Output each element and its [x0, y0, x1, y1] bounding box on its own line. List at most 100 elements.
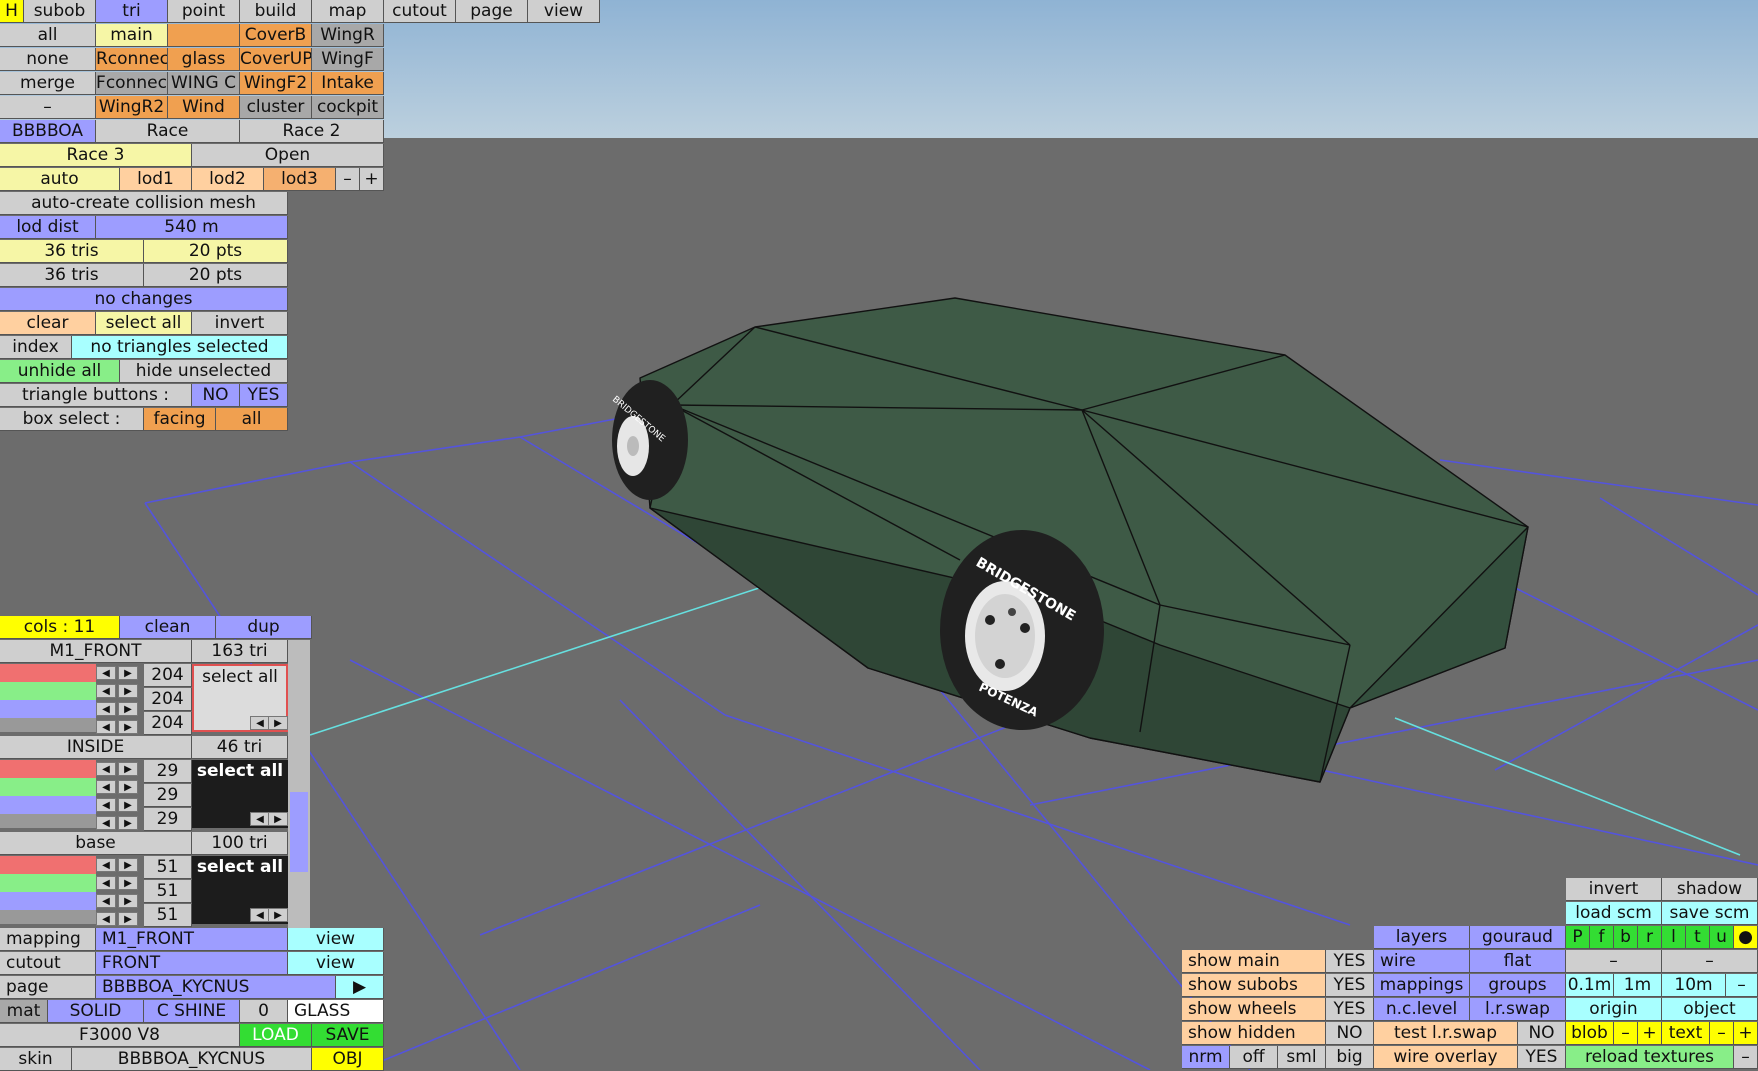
select-all-button[interactable]: select all [96, 312, 192, 335]
load-scm-button[interactable]: load scm [1566, 902, 1662, 925]
text-plus[interactable]: + [1734, 1022, 1758, 1045]
decrement-arrow[interactable]: ◀ [250, 716, 270, 730]
red-slider[interactable] [0, 760, 96, 778]
increment-arrow[interactable]: ▶ [118, 798, 138, 812]
clear-button[interactable]: clear [0, 312, 96, 335]
show-subobs-toggle[interactable]: YES [1326, 974, 1374, 997]
blob-plus[interactable]: + [1638, 1022, 1662, 1045]
decrement-arrow[interactable]: ◀ [96, 684, 116, 698]
blob-button[interactable]: blob [1566, 1022, 1614, 1045]
lod-plus-button[interactable]: + [360, 168, 384, 191]
shine-slider[interactable] [0, 814, 96, 828]
subob-wingf[interactable]: WingF [312, 48, 384, 71]
increment-arrow[interactable]: ▶ [118, 762, 138, 776]
variant-race[interactable]: Race [96, 120, 240, 143]
text-minus[interactable]: – [1710, 1022, 1734, 1045]
lod-dist-value[interactable]: 540 m [96, 216, 288, 239]
subob-unnamed[interactable] [168, 24, 240, 47]
mat-solid-button[interactable]: SOLID [48, 1000, 144, 1023]
subob-wingf2[interactable]: WingF2 [240, 72, 312, 95]
wire-overlay-button[interactable]: wire overlay [1374, 1046, 1518, 1069]
subob-rconnec[interactable]: Rconnec [96, 48, 168, 71]
clean-button[interactable]: clean [120, 616, 216, 639]
green-slider[interactable] [0, 682, 96, 700]
material-name[interactable]: base [0, 832, 192, 855]
menu-view[interactable]: view [528, 0, 600, 23]
view-sml[interactable]: sml [1278, 1046, 1326, 1069]
decrement-arrow[interactable]: ◀ [96, 780, 116, 794]
decrement-arrow[interactable]: ◀ [96, 702, 116, 716]
menu-cutout[interactable]: cutout [384, 0, 456, 23]
subob-intake[interactable]: Intake [312, 72, 384, 95]
blue-value[interactable]: 51 [144, 904, 192, 927]
flag-b[interactable]: b [1614, 926, 1638, 949]
blue-value[interactable]: 29 [144, 808, 192, 831]
scale-minus[interactable]: – [1726, 974, 1758, 997]
green-value[interactable]: 29 [144, 784, 192, 807]
lod-1[interactable]: lod1 [120, 168, 192, 191]
menu-point[interactable]: point [168, 0, 240, 23]
show-main-toggle[interactable]: YES [1326, 950, 1374, 973]
reload-textures-button[interactable]: reload textures [1566, 1046, 1734, 1069]
decrement-arrow[interactable]: ◀ [96, 912, 116, 926]
lod-auto[interactable]: auto [0, 168, 120, 191]
scale-10m[interactable]: 10m [1662, 974, 1726, 997]
lod-2[interactable]: lod2 [192, 168, 264, 191]
test-lr-swap-toggle[interactable]: NO [1518, 1022, 1566, 1045]
red-slider[interactable] [0, 856, 96, 874]
flag-u[interactable]: u [1710, 926, 1734, 949]
box-select-all[interactable]: all [216, 408, 288, 431]
groups-button[interactable]: groups [1470, 974, 1566, 997]
dash-button[interactable]: – [1566, 950, 1662, 973]
flag-r[interactable]: r [1638, 926, 1662, 949]
lod-minus-button[interactable]: – [336, 168, 360, 191]
subob-coverb[interactable]: CoverB [240, 24, 312, 47]
variant-bbbboa[interactable]: BBBBOA [0, 120, 96, 143]
decrement-arrow[interactable]: ◀ [96, 858, 116, 872]
green-slider[interactable] [0, 874, 96, 892]
red-value[interactable]: 29 [144, 760, 192, 783]
unhide-all-button[interactable]: unhide all [0, 360, 120, 383]
subob-cockpit[interactable]: cockpit [312, 96, 384, 119]
increment-arrow[interactable]: ▶ [118, 780, 138, 794]
flag-f[interactable]: f [1590, 926, 1614, 949]
engine-save-button[interactable]: SAVE [312, 1024, 384, 1047]
subob-wingr[interactable]: WingR [312, 24, 384, 47]
increment-arrow[interactable]: ▶ [118, 684, 138, 698]
object-button[interactable]: object [1662, 998, 1758, 1021]
invert-view-button[interactable]: invert [1566, 878, 1662, 901]
cutout-view-button[interactable]: view [288, 952, 384, 975]
view-big[interactable]: big [1326, 1046, 1374, 1069]
triangle-buttons-no[interactable]: NO [192, 384, 240, 407]
test-lr-swap-button[interactable]: test l.r.swap [1374, 1022, 1518, 1045]
subob-glass[interactable]: glass [168, 48, 240, 71]
layers-button[interactable]: layers [1374, 926, 1470, 949]
wire-overlay-toggle[interactable]: YES [1518, 1046, 1566, 1069]
subob-wind[interactable]: Wind [168, 96, 240, 119]
subob-cluster[interactable]: cluster [240, 96, 312, 119]
decrement-arrow[interactable]: ◀ [96, 816, 116, 830]
reload-minus[interactable]: – [1734, 1046, 1758, 1069]
skin-value[interactable]: BBBBOA_KYCNUS [72, 1048, 312, 1071]
subob-main[interactable]: main [96, 24, 168, 47]
flag-p[interactable]: P [1566, 926, 1590, 949]
decrement-arrow[interactable]: ◀ [96, 798, 116, 812]
blue-slider[interactable] [0, 796, 96, 814]
menu-subob[interactable]: subob [24, 0, 96, 23]
subob-dash[interactable]: – [0, 96, 96, 119]
flat-button[interactable]: flat [1470, 950, 1566, 973]
flag-dot[interactable]: ● [1734, 926, 1758, 949]
blue-slider[interactable] [0, 892, 96, 910]
subob-wingr2[interactable]: WingR2 [96, 96, 168, 119]
increment-arrow[interactable]: ▶ [118, 876, 138, 890]
mapping-view-button[interactable]: view [288, 928, 384, 951]
page-value[interactable]: BBBBOA_KYCNUS [96, 976, 336, 999]
decrement-arrow[interactable]: ◀ [96, 894, 116, 908]
text-button[interactable]: text [1662, 1022, 1710, 1045]
dash-button[interactable]: – [1662, 950, 1758, 973]
decrement-arrow[interactable]: ◀ [96, 762, 116, 776]
mat-number[interactable]: 0 [240, 1000, 288, 1023]
box-select-facing[interactable]: facing [144, 408, 216, 431]
mappings-button[interactable]: mappings [1374, 974, 1470, 997]
dup-button[interactable]: dup [216, 616, 312, 639]
